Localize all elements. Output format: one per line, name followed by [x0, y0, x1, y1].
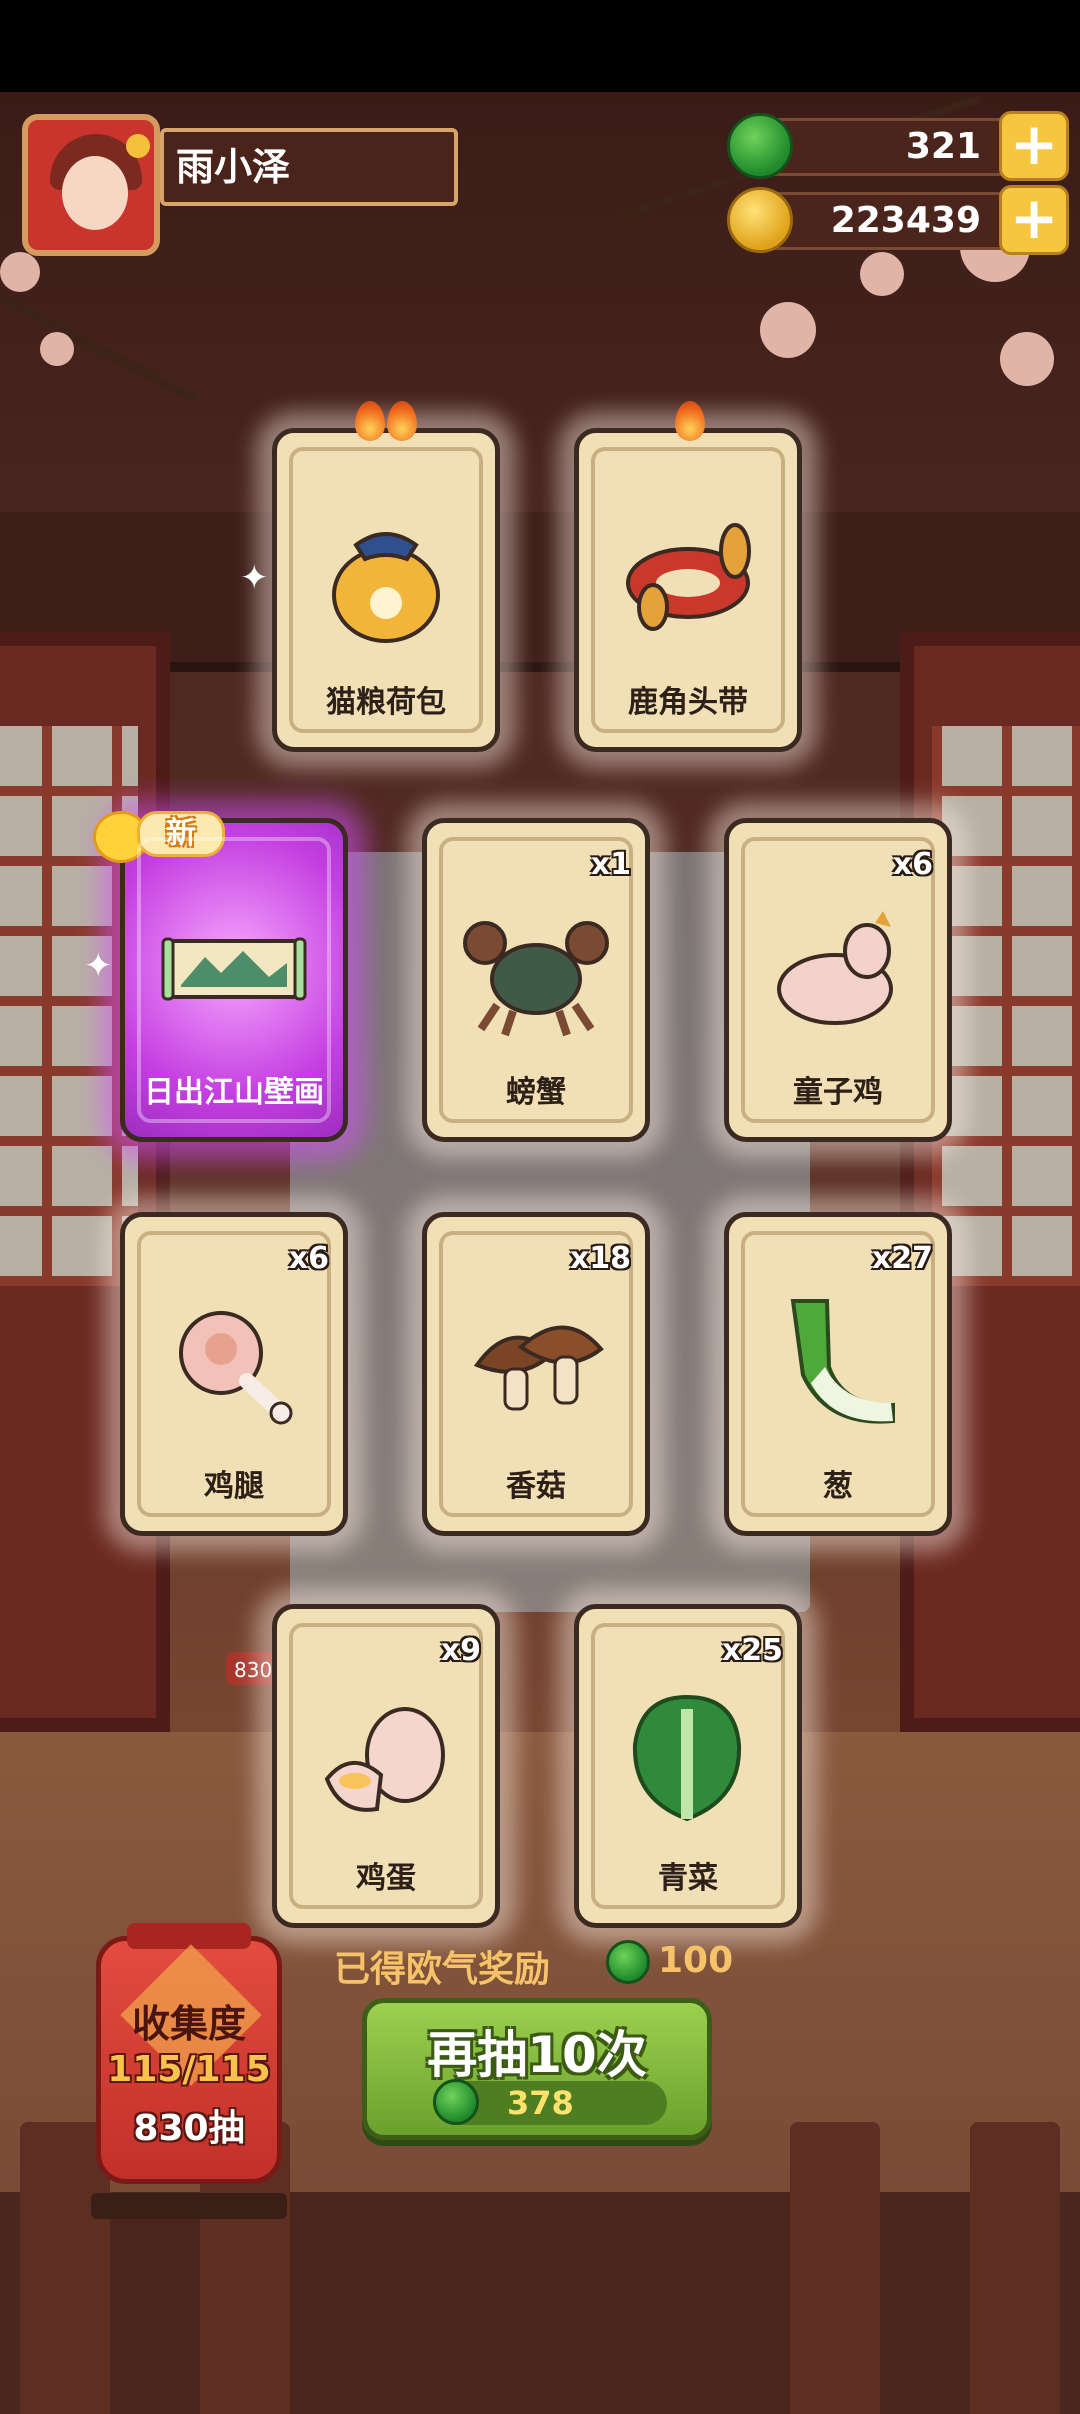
- reward-value: 100: [658, 1940, 734, 1981]
- card-label: 鹿角头带: [628, 685, 748, 720]
- draw-button-label: 再抽10次: [427, 2026, 647, 2084]
- reward-card[interactable]: 鹿角头带: [574, 401, 802, 752]
- right-window: [900, 632, 1080, 1732]
- gold-coin-icon: [727, 187, 793, 253]
- egg-icon: [324, 1707, 445, 1812]
- mushroom-icon: [473, 1325, 604, 1411]
- quantity-badge: x1: [590, 847, 631, 882]
- scallion-icon: [790, 1299, 895, 1424]
- reward-card[interactable]: x9 鸡蛋: [272, 1604, 500, 1928]
- jade-value: 321: [905, 126, 981, 167]
- fence: [0, 2122, 1080, 2414]
- card-label: 日出江山壁画: [144, 1075, 324, 1110]
- blossom-branch: [0, 292, 197, 403]
- left-window: [0, 632, 170, 1732]
- quantity-badge: x27: [871, 1241, 933, 1276]
- player-avatar[interactable]: [22, 114, 160, 256]
- draw-again-button[interactable]: 再抽10次 378: [362, 1998, 712, 2140]
- fire-icon: [675, 401, 705, 441]
- jade-icon: [727, 113, 793, 179]
- reward-label: 已得欧气奖励: [334, 1949, 551, 1990]
- quantity-badge: x18: [569, 1241, 631, 1276]
- chicken-icon: [777, 911, 893, 1025]
- card-label: 螃蟹: [506, 1075, 566, 1110]
- crab-icon: [463, 921, 609, 1037]
- player-name: 雨小泽: [160, 128, 458, 206]
- reward-card[interactable]: x18 香菇: [422, 1212, 650, 1536]
- reward-card[interactable]: x6 童子鸡: [724, 818, 952, 1142]
- card-label: 猫粮荷包: [326, 685, 446, 720]
- reward-card[interactable]: 猫粮荷包: [272, 401, 500, 752]
- jade-icon: [433, 2079, 479, 2125]
- card-label: 童子鸡: [793, 1075, 883, 1110]
- reward-card[interactable]: x6 鸡腿: [120, 1212, 348, 1536]
- quantity-badge: x6: [892, 847, 933, 882]
- draw-cost-value: 378: [507, 2084, 574, 2122]
- gold-value: 223439: [830, 200, 981, 241]
- card-label: 青菜: [658, 1861, 718, 1896]
- drumstick-icon: [179, 1311, 293, 1425]
- reward-card[interactable]: x25 青菜: [574, 1604, 802, 1928]
- collection-title: 收集度: [131, 2002, 246, 2046]
- card-label: 香菇: [506, 1469, 566, 1504]
- sparkle-icon: ✦: [240, 558, 269, 598]
- card-label: 葱: [823, 1469, 853, 1504]
- jade-icon: [606, 1940, 650, 1984]
- jade-counter: 321 +: [727, 111, 1069, 181]
- new-reward-card[interactable]: 新 日出江山壁画: [93, 811, 348, 1142]
- collection-lantern[interactable]: 收集度 115/115 830抽: [91, 1923, 287, 2219]
- collection-progress: 115/115: [107, 2049, 271, 2090]
- collection-draws: 830抽: [133, 2108, 245, 2149]
- mural-painting-icon: [161, 937, 307, 1001]
- draw-cost: 378: [433, 2079, 667, 2125]
- greens-icon: [632, 1694, 742, 1822]
- reward-card[interactable]: x1 螃蟹: [422, 818, 650, 1142]
- quantity-badge: x25: [721, 1633, 783, 1668]
- quantity-badge: x9: [440, 1633, 481, 1668]
- add-jade-button[interactable]: +: [999, 111, 1069, 181]
- fire-icon: [387, 401, 417, 441]
- add-gold-button[interactable]: +: [999, 185, 1069, 255]
- card-label: 鸡腿: [204, 1469, 264, 1504]
- gold-counter: 223439 +: [727, 185, 1069, 255]
- card-label: 鸡蛋: [356, 1861, 416, 1896]
- reward-card[interactable]: x27 葱: [724, 1212, 952, 1536]
- pouch-icon: [332, 532, 440, 643]
- headband-icon: [626, 523, 751, 631]
- quantity-badge: x6: [288, 1241, 329, 1276]
- sparkle-icon: ✦: [84, 946, 113, 986]
- fire-icon: [355, 401, 385, 441]
